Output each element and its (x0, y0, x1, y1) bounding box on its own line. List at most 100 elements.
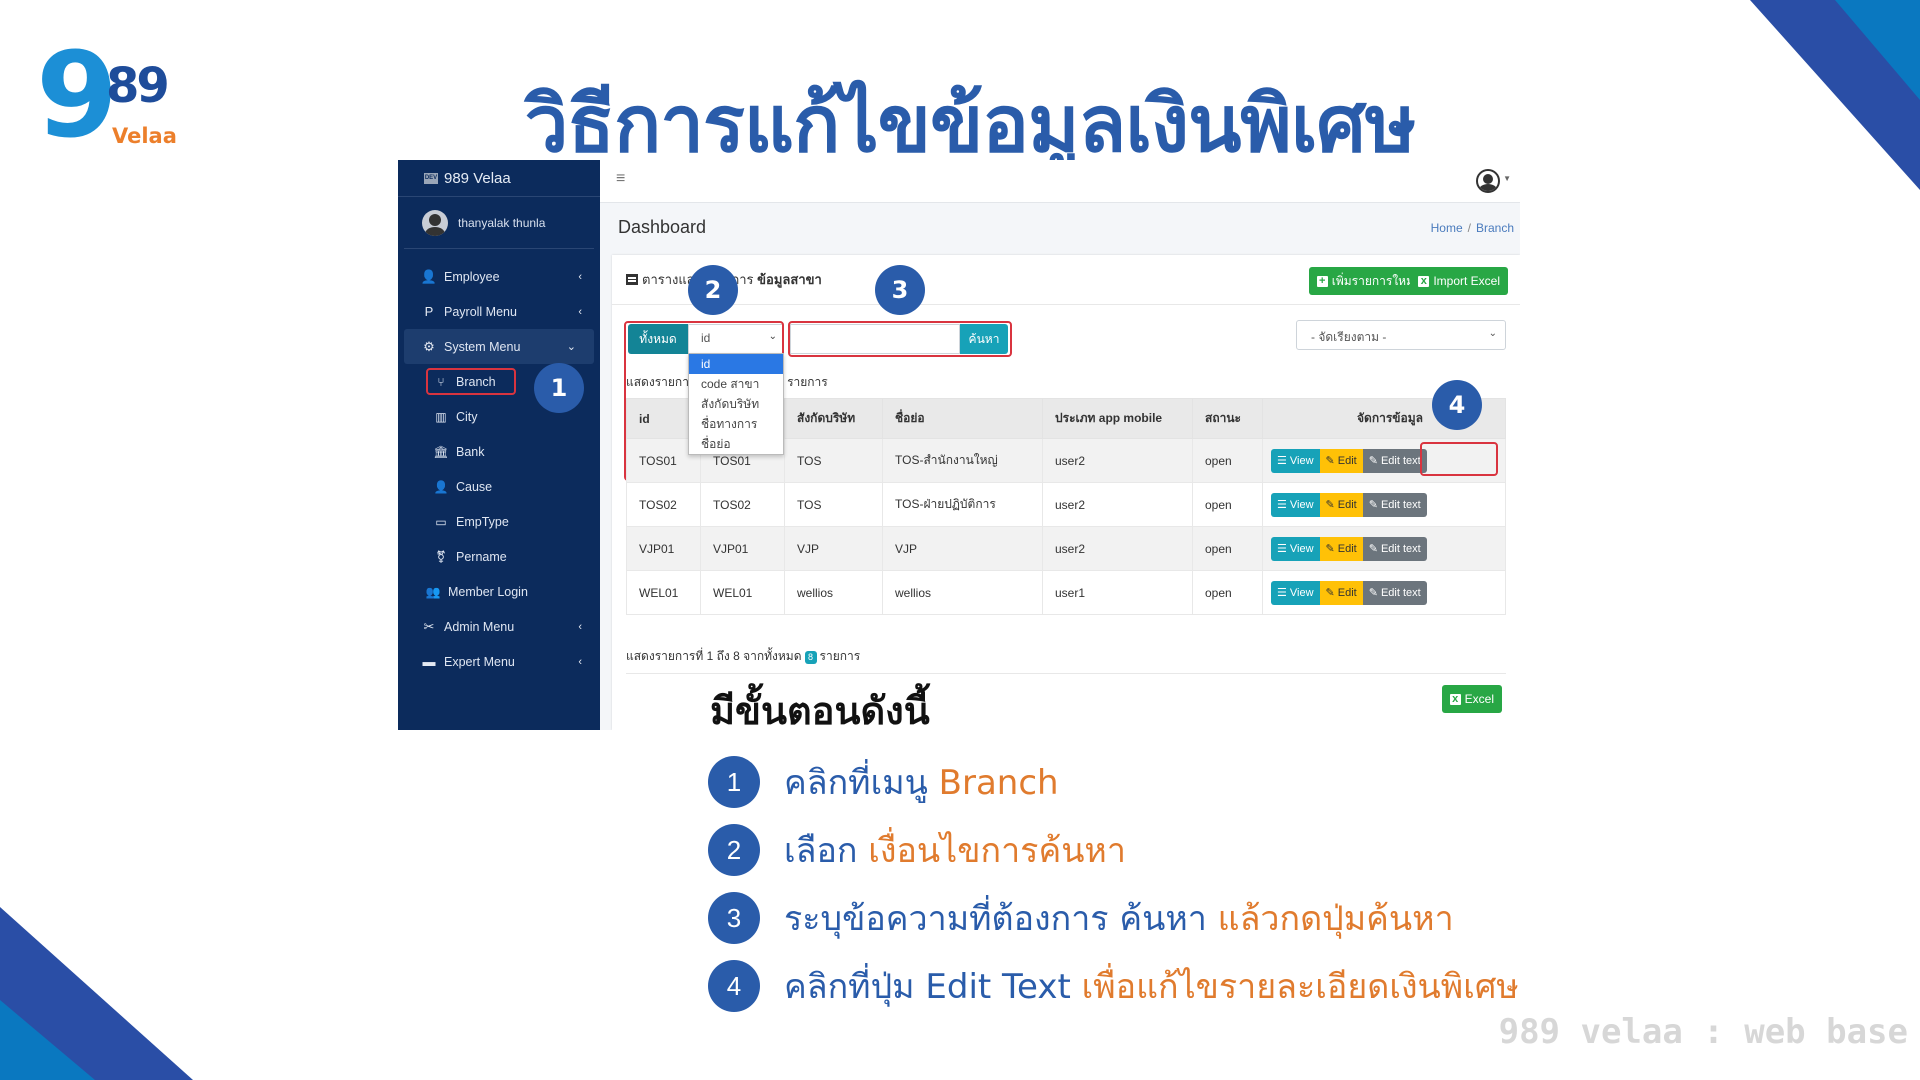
dropdown-option[interactable]: ชื่อย่อ (689, 434, 783, 454)
view-button[interactable]: ☰ View (1271, 492, 1320, 517)
dropdown-option[interactable]: code สาขา (689, 374, 783, 394)
list-icon: ☰ (1277, 587, 1287, 599)
edit-button[interactable]: ✎ Edit (1319, 580, 1363, 605)
dropdown-option[interactable]: id (689, 354, 783, 374)
import-excel-button[interactable]: x Import Excel (1410, 267, 1508, 295)
column-header[interactable]: ชื่อย่อ (882, 398, 1043, 439)
step-highlight: Branch (938, 763, 1059, 803)
edit-icon: ✎ (1368, 587, 1378, 599)
highlight-box-edit-text (1420, 442, 1498, 476)
dropdown-option[interactable]: ชื่อทางการ (689, 414, 783, 434)
steps-heading: มีขั้นตอนดังนี้ (710, 680, 950, 741)
edit-button[interactable]: ✎ Edit (1319, 448, 1363, 473)
column-header[interactable]: สังกัดบริษัท (784, 398, 883, 439)
step-item: 2 เลือก เงื่อนไขการค้นหา (708, 824, 1126, 876)
sidebar-item-label: Admin Menu (444, 619, 515, 634)
step-marker-4: 4 (1432, 380, 1482, 430)
sidebar-item-cause[interactable]: 👤 Cause (398, 469, 600, 504)
export-excel-label: Excel (1464, 692, 1494, 706)
list-icon: ☰ (1277, 499, 1287, 511)
view-button-label: View (1289, 498, 1314, 511)
table-cell: VJP01 (700, 526, 785, 571)
edit-text-button[interactable]: ✎ Edit text (1362, 448, 1427, 473)
sidebar-item-label: Member Login (448, 584, 528, 599)
view-button[interactable]: ☰ View (1271, 448, 1320, 473)
table-cell: WEL01 (700, 570, 785, 615)
edit-text-button-label: Edit text (1380, 498, 1421, 511)
watermark: 989 velaa : web base (1498, 1012, 1908, 1052)
highlight-box (426, 368, 516, 395)
view-button-label: View (1289, 586, 1314, 599)
sidebar-item-payroll-menu[interactable]: P Payroll Menu ‹ (398, 294, 600, 329)
edit-text-button[interactable]: ✎ Edit text (1362, 580, 1427, 605)
breadcrumb-home[interactable]: Home (1431, 221, 1463, 235)
main-content: ≡ ▼ Dashboard Home/Branch ตารางแสดงรายกา… (600, 160, 1520, 730)
sidebar-item-label: Payroll Menu (444, 304, 517, 319)
table-icon (626, 274, 638, 285)
sidebar-item-label: System Menu (444, 339, 521, 354)
cogs-icon: ⚙ (423, 338, 435, 354)
paypal-icon: P (424, 304, 434, 319)
sidebar-item-expert-menu[interactable]: ▬ Expert Menu ‹ (398, 644, 600, 679)
filter-field-dropdown: id code สาขา สังกัดบริษัท ชื่อทางการ ชื่… (688, 353, 784, 455)
table-cell: TOS-สำนักงานใหญ่ (882, 438, 1043, 483)
breadcrumb-branch[interactable]: Branch (1476, 221, 1514, 235)
top-navbar: ≡ ▼ (600, 160, 1520, 203)
table-cell: TOS-ฝ่ายปฏิบัติการ (882, 482, 1043, 527)
step-highlight: เพื่อแก้ไขรายละเอียดเงินพิเศษ (1081, 967, 1519, 1007)
sidebar-user[interactable]: thanyalak thunla (404, 197, 594, 249)
sidebar-brand[interactable]: DEV 989 Velaa (398, 160, 600, 197)
sidebar-item-emptype[interactable]: ▭ EmpType (398, 504, 600, 539)
step-marker-3: 3 (875, 265, 925, 315)
showing-count-bottom: แสดงรายการที่ 1 ถึง 8 จากทั้งหมด 8 รายการ (626, 647, 860, 666)
column-header[interactable]: สถานะ (1192, 398, 1263, 439)
export-excel-button[interactable]: x Excel (1441, 685, 1502, 713)
column-header[interactable]: ประเภท app mobile (1042, 398, 1193, 439)
sidebar: DEV 989 Velaa thanyalak thunla 👤 Employe… (398, 160, 600, 730)
edit-text-button[interactable]: ✎ Edit text (1362, 492, 1427, 517)
view-button[interactable]: ☰ View (1271, 536, 1320, 561)
sidebar-item-admin-menu[interactable]: ✂ Admin Menu ‹ (398, 609, 600, 644)
sidebar-item-label: Bank (456, 444, 485, 459)
user-icon: 👤 (420, 268, 438, 284)
total-badge: 8 (804, 651, 817, 664)
import-excel-label: Import Excel (1433, 274, 1500, 288)
table-cell: open (1192, 438, 1263, 483)
add-new-button[interactable]: + เพิ่มรายการใหม่ (1308, 267, 1422, 295)
step-item: 3 ระบุข้อความที่ต้องการ ค้นหา แล้วกดปุ่ม… (708, 892, 1454, 944)
sidebar-item-label: City (456, 409, 478, 424)
sidebar-item-system-menu[interactable]: ⚙ System Menu ⌄ (404, 329, 594, 364)
sidebar-item-bank[interactable]: 🏛 Bank (398, 434, 600, 469)
edit-button[interactable]: ✎ Edit (1319, 492, 1363, 517)
view-button[interactable]: ☰ View (1271, 580, 1320, 605)
edit-icon: ✎ (1368, 455, 1378, 467)
sidebar-item-member-login[interactable]: 👥 Member Login (398, 574, 600, 609)
table-cell: TOS02 (700, 482, 785, 527)
user-minus-icon: 👤 (433, 479, 449, 494)
edit-button-label: Edit (1337, 454, 1357, 467)
step-number: 4 (708, 960, 760, 1012)
edit-button[interactable]: ✎ Edit (1319, 536, 1363, 561)
sort-select[interactable]: - จัดเรียงตาม - ⌄ (1296, 320, 1506, 350)
tools-icon: ✂ (423, 618, 435, 634)
file-excel-icon: x (1418, 275, 1430, 287)
plus-square-icon: + (1316, 275, 1328, 287)
show-suffix: รายการ (819, 649, 861, 663)
user-account-icon[interactable] (1476, 169, 1500, 193)
edit-text-button[interactable]: ✎ Edit text (1362, 536, 1427, 561)
hamburger-menu-icon[interactable]: ≡ (616, 170, 625, 188)
table-cell: TOS (784, 438, 883, 483)
chevron-left-icon: ‹ (578, 620, 582, 633)
step-number: 1 (708, 756, 760, 808)
table-cell: TOS02 (626, 482, 701, 527)
edit-text-button-label: Edit text (1380, 454, 1421, 467)
sidebar-item-employee[interactable]: 👤 Employee ‹ (398, 259, 600, 294)
dev-badge-icon: DEV (424, 172, 438, 184)
caret-down-icon[interactable]: ▼ (1503, 174, 1511, 183)
step-item: 1 คลิกที่เมนู Branch (708, 756, 1059, 808)
dropdown-option[interactable]: สังกัดบริษัท (689, 394, 783, 414)
sidebar-item-pername[interactable]: ⚧ Pername (398, 539, 600, 574)
sidebar-item-label: Pername (456, 549, 507, 564)
edit-text-button-label: Edit text (1380, 542, 1421, 555)
step-text: คลิกที่เมนู (784, 763, 928, 803)
